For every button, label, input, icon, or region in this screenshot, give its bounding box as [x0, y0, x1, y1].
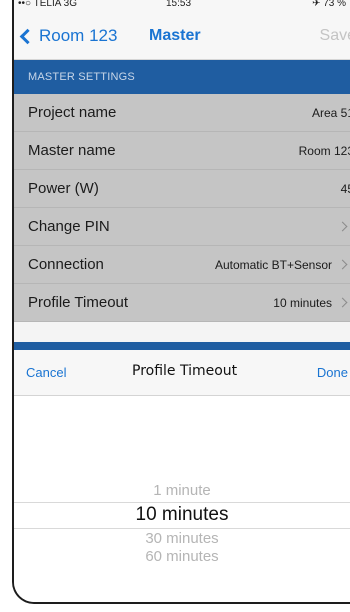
chevron-right-icon: [337, 297, 348, 308]
row-connection[interactable]: Connection Automatic BT+Sensor: [14, 246, 350, 284]
row-power[interactable]: Power (W) 45: [14, 170, 350, 208]
clock-text: 15:53: [166, 0, 192, 9]
row-change-pin[interactable]: Change PIN: [14, 208, 350, 246]
picker-toolbar: Cancel Profile Timeout Done: [14, 350, 350, 396]
cancel-button[interactable]: Cancel: [26, 365, 66, 380]
row-value: 10 minutes: [273, 296, 332, 310]
phone-frame: ••○ TELIA 3G 15:53 ✈ 73 % Room 123 Maste…: [12, 0, 350, 604]
row-label: Change PIN: [28, 218, 110, 235]
settings-list: Project name Area 51 Master name Room 12…: [14, 94, 350, 322]
back-button[interactable]: Room 123: [18, 26, 117, 46]
save-button[interactable]: Save: [320, 27, 350, 45]
back-label: Room 123: [39, 26, 118, 45]
timeout-picker[interactable]: 1 minute 10 minutes 30 minutes 60 minute…: [14, 396, 350, 602]
battery-text: ✈ 73 %: [312, 0, 346, 9]
row-label: Master name: [28, 142, 116, 159]
row-label: Connection: [28, 256, 104, 273]
row-project-name[interactable]: Project name Area 51: [14, 94, 350, 132]
picker-option[interactable]: 1 minute: [14, 482, 350, 499]
chevron-right-icon: [337, 259, 348, 270]
picker-option-selected[interactable]: 10 minutes: [14, 504, 350, 526]
screen: ••○ TELIA 3G 15:53 ✈ 73 % Room 123 Maste…: [0, 0, 350, 612]
picker-selection-line-top: [14, 502, 350, 503]
carrier-text: ••○ TELIA 3G: [18, 0, 77, 9]
section-header: MASTER SETTINGS: [14, 60, 350, 94]
status-bar: ••○ TELIA 3G 15:53 ✈ 73 %: [14, 0, 350, 14]
picker-option[interactable]: 60 minutes: [14, 548, 350, 565]
row-value: Room 123: [298, 144, 350, 158]
row-value: Area 51: [311, 106, 350, 120]
picker-selection-line-bottom: [14, 528, 350, 529]
navigation-bar: Room 123 Master Save: [14, 14, 350, 60]
row-value: Automatic BT+Sensor: [214, 258, 332, 272]
chevron-left-icon: [19, 28, 36, 44]
row-label: Power (W): [28, 180, 99, 197]
row-value: 45: [340, 182, 350, 196]
done-button[interactable]: Done: [317, 365, 348, 380]
row-master-name[interactable]: Master name Room 123: [14, 132, 350, 170]
row-profile-timeout[interactable]: Profile Timeout 10 minutes: [14, 284, 350, 322]
row-label: Project name: [28, 104, 117, 121]
section-divider: [14, 342, 350, 350]
row-label: Profile Timeout: [28, 294, 129, 311]
picker-title: Profile Timeout: [132, 363, 238, 379]
chevron-right-icon: [337, 221, 348, 232]
picker-option[interactable]: 30 minutes: [14, 530, 350, 547]
page-title: Master: [149, 27, 201, 44]
